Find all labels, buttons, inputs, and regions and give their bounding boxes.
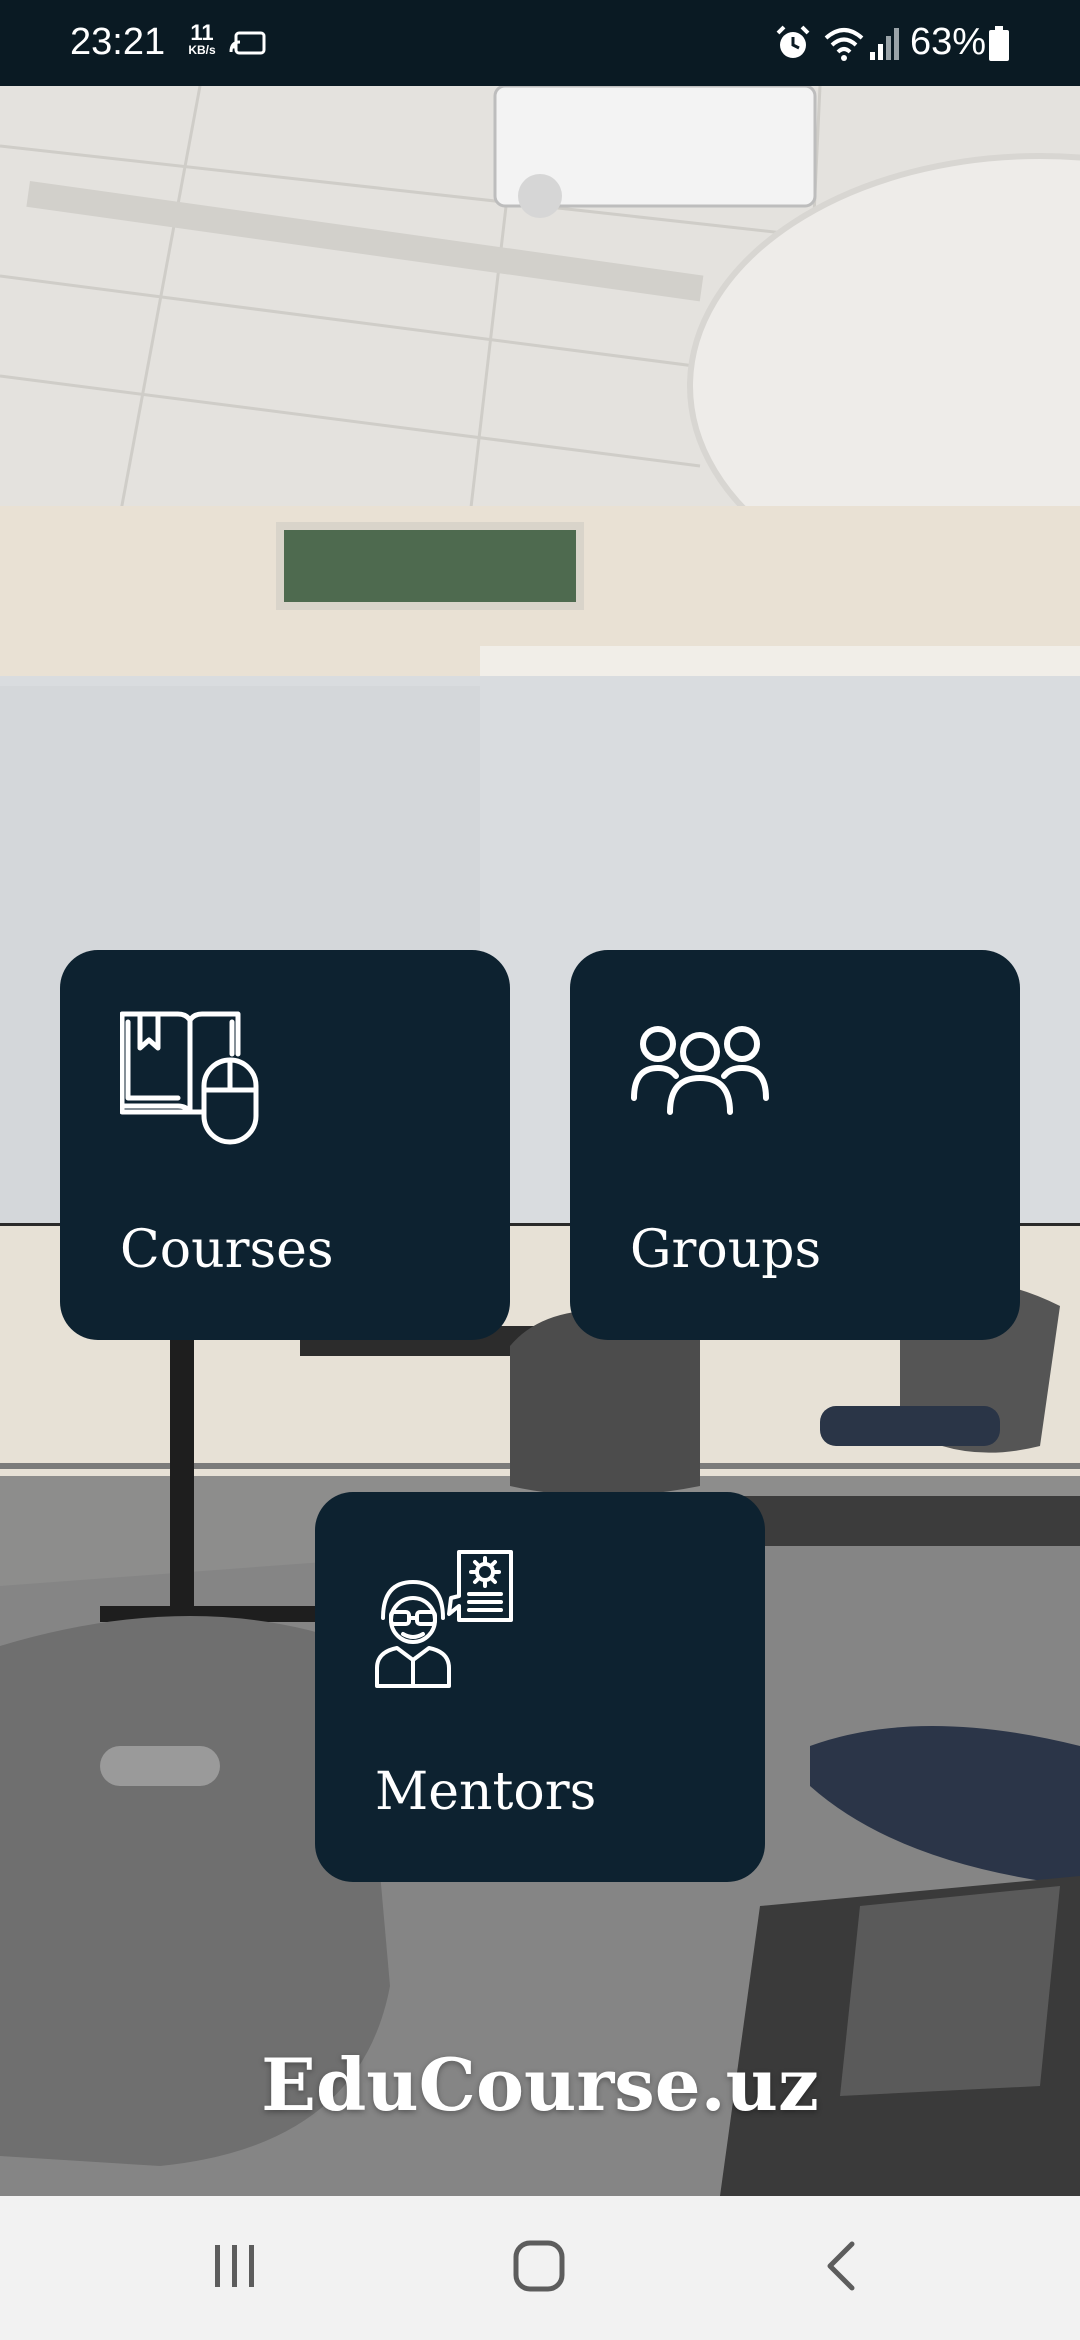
home-button[interactable]: [484, 2228, 594, 2308]
app-title: EduCourse.uz: [261, 2042, 819, 2127]
status-time: 23:21: [70, 21, 166, 63]
wifi-icon: [822, 24, 866, 66]
groups-tile[interactable]: Groups: [570, 950, 1020, 1340]
cellular-signal-icon: [868, 24, 902, 66]
system-nav-bar: [0, 2196, 1080, 2340]
network-speed-value: 11: [190, 20, 214, 45]
recent-apps-icon: [212, 2243, 258, 2293]
mentors-label: Mentors: [375, 1762, 597, 1822]
screen-cast-icon: [228, 30, 268, 62]
status-bar: 23:21 11 KB/s 63%: [0, 0, 1080, 86]
mentors-tile[interactable]: Mentors: [315, 1492, 765, 1882]
recent-apps-button[interactable]: [180, 2228, 290, 2308]
network-speed: 11 KB/s: [182, 20, 222, 57]
group-people-icon: [630, 1006, 770, 1146]
groups-label: Groups: [630, 1220, 822, 1280]
screen: 23:21 11 KB/s 63% Courses Groups Mentors…: [0, 0, 1080, 2340]
courses-label: Courses: [120, 1220, 334, 1280]
book-mouse-icon: [119, 1006, 260, 1146]
home-icon: [513, 2240, 565, 2296]
courses-tile[interactable]: Courses: [60, 950, 510, 1340]
back-button[interactable]: [786, 2228, 896, 2308]
network-speed-unit: KB/s: [188, 43, 216, 57]
battery-icon: [988, 26, 1010, 66]
back-icon: [824, 2240, 858, 2296]
alarm-icon: [774, 24, 812, 66]
battery-percent: 63%: [910, 21, 987, 63]
mentor-icon: [375, 1548, 515, 1688]
